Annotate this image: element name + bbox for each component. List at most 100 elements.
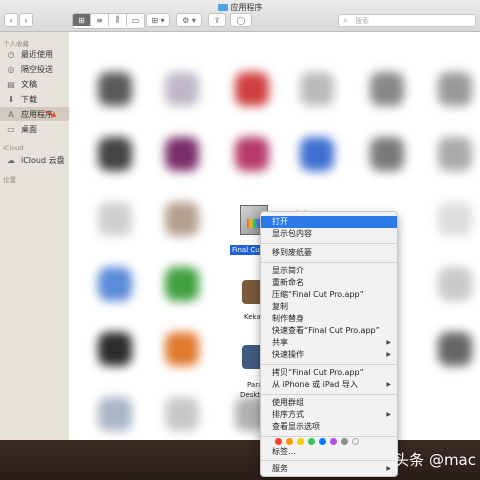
- menu-item-duplicate[interactable]: 复制: [261, 301, 397, 313]
- menu-item-label: 制作替身: [272, 314, 304, 323]
- sidebar-item-documents[interactable]: ▤ 文稿: [0, 77, 69, 91]
- app-icon[interactable]: [438, 267, 472, 301]
- folder-icon: [217, 4, 228, 11]
- desktop-icon: ▭: [7, 124, 15, 134]
- app-icon[interactable]: [165, 202, 199, 236]
- menu-item-compress[interactable]: 压缩“Final Cut Pro.app”: [261, 289, 397, 301]
- sidebar-item-icloud-drive[interactable]: ☁ iCloud 云盘: [0, 153, 69, 167]
- menu-item-label: 显示包内容: [272, 229, 312, 238]
- menu-item-sort-by[interactable]: 排序方式 ▶: [261, 409, 397, 421]
- menu-separator: [261, 436, 397, 437]
- app-icon[interactable]: [98, 202, 132, 236]
- app-icon[interactable]: [438, 202, 472, 236]
- app-icon[interactable]: [165, 72, 199, 106]
- menu-item-label: 使用群组: [272, 398, 304, 407]
- menu-item-share[interactable]: 共享 ▶: [261, 337, 397, 349]
- menu-item-use-groups[interactable]: 使用群组: [261, 397, 397, 409]
- sidebar-section-locations: 位置: [3, 176, 16, 184]
- share-button[interactable]: ⇪: [208, 13, 226, 27]
- menu-item-make-alias[interactable]: 制作替身: [261, 313, 397, 325]
- tag-gray-icon[interactable]: [341, 438, 348, 445]
- group-button[interactable]: ⊞ ▾: [146, 13, 170, 27]
- window-title-text: 应用程序: [230, 3, 263, 12]
- menu-item-get-info[interactable]: 显示简介: [261, 265, 397, 277]
- sidebar-section-icloud: iCloud: [3, 144, 24, 152]
- tag-purple-icon[interactable]: [330, 438, 337, 445]
- app-icon[interactable]: [98, 267, 132, 301]
- menu-item-move-to-trash[interactable]: 移到废纸篓: [261, 247, 397, 259]
- forward-button[interactable]: ›: [19, 13, 33, 27]
- tag-red-icon[interactable]: [275, 438, 282, 445]
- menu-item-label: 共享: [272, 338, 288, 347]
- app-icon[interactable]: [235, 137, 269, 171]
- icon-view-icon[interactable]: ⊞: [73, 14, 91, 26]
- sidebar: 个人收藏 ◷ 最近使用 ◎ 隔空投送 ▤ 文稿 ⬇ 下载 A 应用程序 ▭ 桌面 iClou…: [0, 32, 69, 440]
- menu-separator: [261, 262, 397, 263]
- submenu-arrow-icon: ▶: [386, 381, 391, 388]
- app-icon[interactable]: [438, 332, 472, 366]
- tag-none-icon[interactable]: [352, 438, 359, 445]
- app-icon[interactable]: [438, 137, 472, 171]
- menu-item-show-package-contents[interactable]: 显示包内容: [261, 228, 397, 240]
- tag-green-icon[interactable]: [308, 438, 315, 445]
- app-icon[interactable]: [165, 137, 199, 171]
- column-view-icon[interactable]: ⫼: [109, 14, 127, 26]
- menu-item-show-view-options[interactable]: 查看显示选项: [261, 421, 397, 433]
- view-switcher: ⊞ ≡ ⫼ ▭: [72, 13, 145, 29]
- app-icon[interactable]: [235, 72, 269, 106]
- menu-item-label: 查看显示选项: [272, 422, 320, 431]
- document-icon: ▤: [7, 79, 15, 89]
- tag-button[interactable]: ◯: [230, 13, 252, 27]
- menu-separator: [261, 460, 397, 461]
- toolbar: 应用程序 ‹ › ⊞ ≡ ⫼ ▭ ⊞ ▾ ⚙ ▾ ⇪ ◯ ⌕ 搜索: [0, 0, 480, 32]
- app-icon[interactable]: [98, 137, 132, 171]
- menu-separator: [261, 364, 397, 365]
- sidebar-item-desktop[interactable]: ▭ 桌面: [0, 122, 69, 136]
- window-title: 应用程序: [0, 2, 480, 13]
- menu-item-label: 复制: [272, 302, 288, 311]
- app-icon[interactable]: [300, 137, 334, 171]
- airdrop-icon: ◎: [7, 64, 15, 74]
- menu-item-label: 重新命名: [272, 278, 304, 287]
- tag-color-row: [275, 438, 359, 445]
- menu-item-label: 快速操作: [272, 350, 304, 359]
- menu-item-label: 显示简介: [272, 266, 304, 275]
- sidebar-item-airdrop[interactable]: ◎ 隔空投送: [0, 62, 69, 76]
- app-icon[interactable]: [98, 397, 132, 431]
- app-icon[interactable]: [370, 137, 404, 171]
- context-menu: 打开 显示包内容 移到废纸篓 显示简介 重新命名 压缩“Final Cut Pr…: [260, 211, 398, 477]
- menu-item-copy[interactable]: 拷贝“Final Cut Pro.app”: [261, 367, 397, 379]
- tag-yellow-icon[interactable]: [297, 438, 304, 445]
- app-icon[interactable]: [370, 72, 404, 106]
- action-gear-icon[interactable]: ⚙ ▾: [176, 13, 202, 27]
- search-field[interactable]: ⌕ 搜索: [338, 14, 476, 27]
- menu-item-tags[interactable]: 标签...: [261, 446, 397, 458]
- app-icon[interactable]: [165, 397, 199, 431]
- menu-item-quick-look[interactable]: 快速查看“Final Cut Pro.app”: [261, 325, 397, 337]
- submenu-arrow-icon: ▶: [386, 465, 391, 472]
- menu-item-label: 压缩“Final Cut Pro.app”: [272, 290, 364, 299]
- gallery-view-icon[interactable]: ▭: [127, 14, 144, 26]
- app-icon[interactable]: [165, 332, 199, 366]
- sidebar-item-label: 下载: [21, 94, 37, 104]
- app-icon[interactable]: [98, 332, 132, 366]
- sidebar-item-label: iCloud 云盘: [21, 155, 65, 165]
- app-icon[interactable]: [300, 72, 334, 106]
- menu-item-quick-actions[interactable]: 快速操作 ▶: [261, 349, 397, 361]
- app-icon[interactable]: [98, 72, 132, 106]
- menu-item-import-from-iphone[interactable]: 从 iPhone 或 iPad 导入 ▶: [261, 379, 397, 391]
- submenu-arrow-icon: ▶: [386, 351, 391, 358]
- app-icon[interactable]: [165, 267, 199, 301]
- sidebar-item-downloads[interactable]: ⬇ 下载: [0, 92, 69, 106]
- list-view-icon[interactable]: ≡: [91, 14, 109, 26]
- sidebar-item-label: 隔空投送: [21, 64, 53, 74]
- menu-item-services[interactable]: 服务 ▶: [261, 463, 397, 475]
- sidebar-item-recents[interactable]: ◷ 最近使用: [0, 47, 69, 61]
- app-icon[interactable]: [438, 72, 472, 106]
- tag-blue-icon[interactable]: [319, 438, 326, 445]
- finder-window: 应用程序 ‹ › ⊞ ≡ ⫼ ▭ ⊞ ▾ ⚙ ▾ ⇪ ◯ ⌕ 搜索 个人收藏 ◷ 最…: [0, 0, 480, 440]
- menu-item-rename[interactable]: 重新命名: [261, 277, 397, 289]
- back-button[interactable]: ‹: [4, 13, 18, 27]
- menu-item-open[interactable]: 打开: [261, 216, 397, 228]
- tag-orange-icon[interactable]: [286, 438, 293, 445]
